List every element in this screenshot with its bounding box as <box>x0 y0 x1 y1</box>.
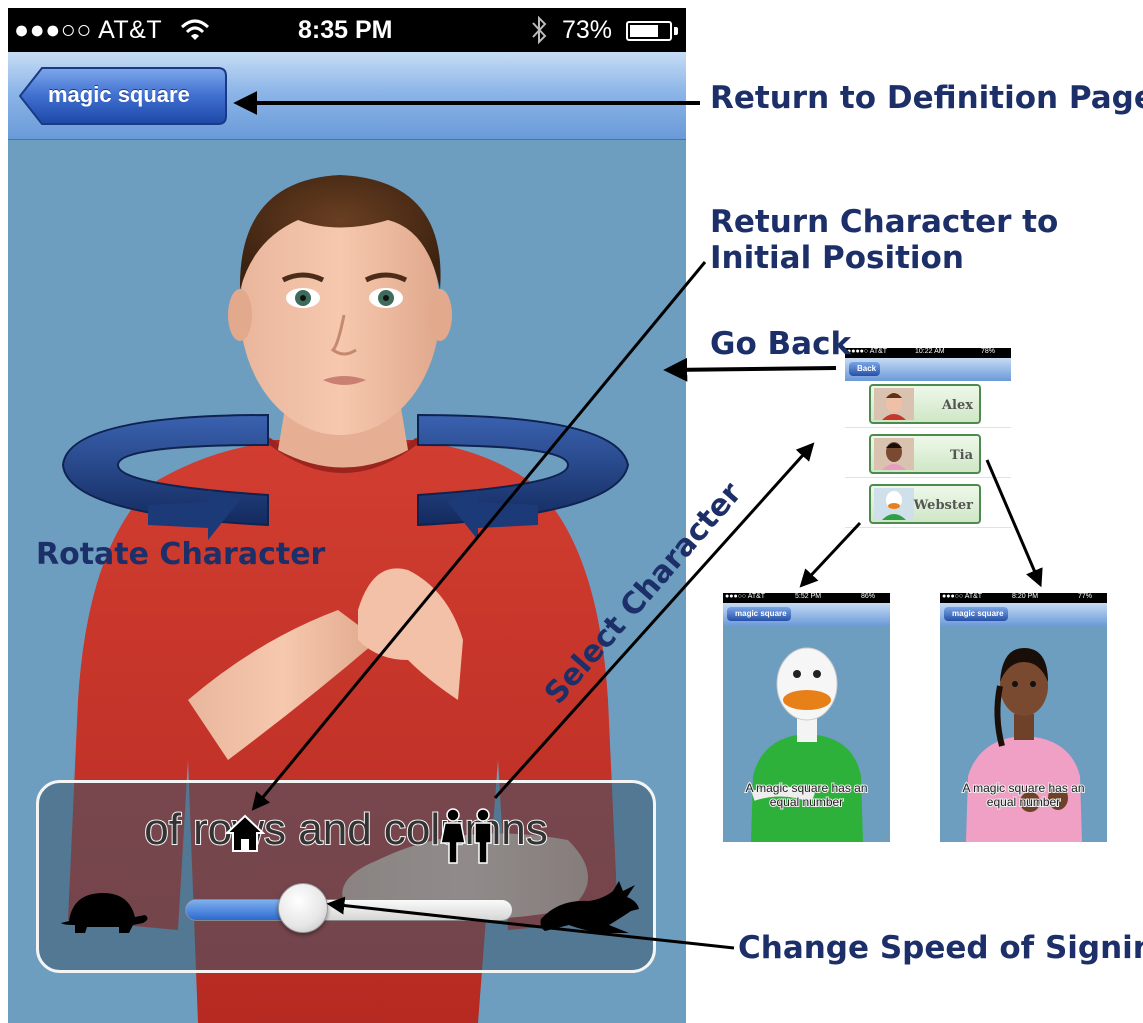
signing-caption: of rows and columns <box>143 804 549 855</box>
status-bar: ●●●○○ AT&T 8:35 PM 73% <box>8 8 686 52</box>
phone-screen: ●●●○○ AT&T 8:35 PM 73% magic square of r… <box>8 8 686 1023</box>
arrow-to-screen-go-back <box>663 357 837 382</box>
go-back-label: Go Back <box>710 326 852 362</box>
alex-avatar <box>874 388 914 420</box>
character-picker-screenshot: ●●●●○ AT&T 10:22 AM 78% Back Alex Tia We… <box>845 348 1011 578</box>
webster-screen-screenshot: ●●●○○ AT&T 5:52 PM 86% magic square A ma… <box>723 593 890 842</box>
duck-status-bar: ●●●○○ AT&T 5:52 PM 86% <box>723 593 890 603</box>
picker-status-bar: ●●●●○ AT&T 10:22 AM 78% <box>845 348 1011 358</box>
tia-status-bar: ●●●○○ AT&T 8:20 PM 77% <box>940 593 1107 603</box>
duck-caption-line-2: equal number <box>769 794 844 810</box>
wifi-icon <box>180 19 210 40</box>
navigation-bar: magic square <box>8 52 686 140</box>
return-definition-label: Return to Definition Page <box>710 80 1143 116</box>
turtle-icon[interactable] <box>55 887 151 935</box>
tia-screen-screenshot: ●●●○○ AT&T 8:20 PM 77% magic square A ma… <box>940 593 1107 842</box>
battery-icon <box>626 21 672 41</box>
magic-square-back-button[interactable]: magic square <box>18 66 228 126</box>
home-icon[interactable] <box>225 813 265 853</box>
tia-caption-line-2: equal number <box>986 794 1061 810</box>
battery-percent: 73% <box>562 16 613 44</box>
tia-avatar-large <box>966 648 1082 842</box>
tia-avatar <box>874 438 914 470</box>
tia-nav-bar: magic square <box>940 603 1107 626</box>
tia-back-button[interactable]: magic square <box>944 607 1008 621</box>
duck-back-button[interactable]: magic square <box>727 607 791 621</box>
return-position-label-line-1: Return Character to <box>710 204 1059 240</box>
tia-caption-line-1: A magic square has an <box>961 780 1085 796</box>
back-button-label: magic square <box>48 82 190 107</box>
people-icon[interactable] <box>439 807 497 865</box>
clock: 8:35 PM <box>298 16 393 44</box>
bluetooth-icon <box>532 15 547 45</box>
playback-control-panel: of rows and columns <box>36 780 656 973</box>
duck-caption-line-1: A magic square has an <box>744 780 868 796</box>
webster-avatar <box>874 488 914 520</box>
rabbit-icon[interactable] <box>539 879 647 935</box>
character-option-alex[interactable]: Alex <box>845 378 1011 428</box>
speed-slider[interactable] <box>185 899 513 921</box>
picker-back-button[interactable]: Back <box>849 362 881 376</box>
duck-nav-bar: magic square <box>723 603 890 626</box>
webster-duck-avatar <box>751 647 863 842</box>
rotate-character-label: Rotate Character <box>36 537 326 572</box>
speed-slider-thumb[interactable] <box>278 883 328 933</box>
carrier-signal: ●●●○○ AT&T <box>14 16 163 44</box>
character-option-webster[interactable]: Webster <box>845 478 1011 528</box>
return-position-label-line-2: Initial Position <box>710 240 964 276</box>
change-speed-label: Change Speed of Signing <box>738 930 1143 966</box>
character-option-tia[interactable]: Tia <box>845 428 1011 478</box>
